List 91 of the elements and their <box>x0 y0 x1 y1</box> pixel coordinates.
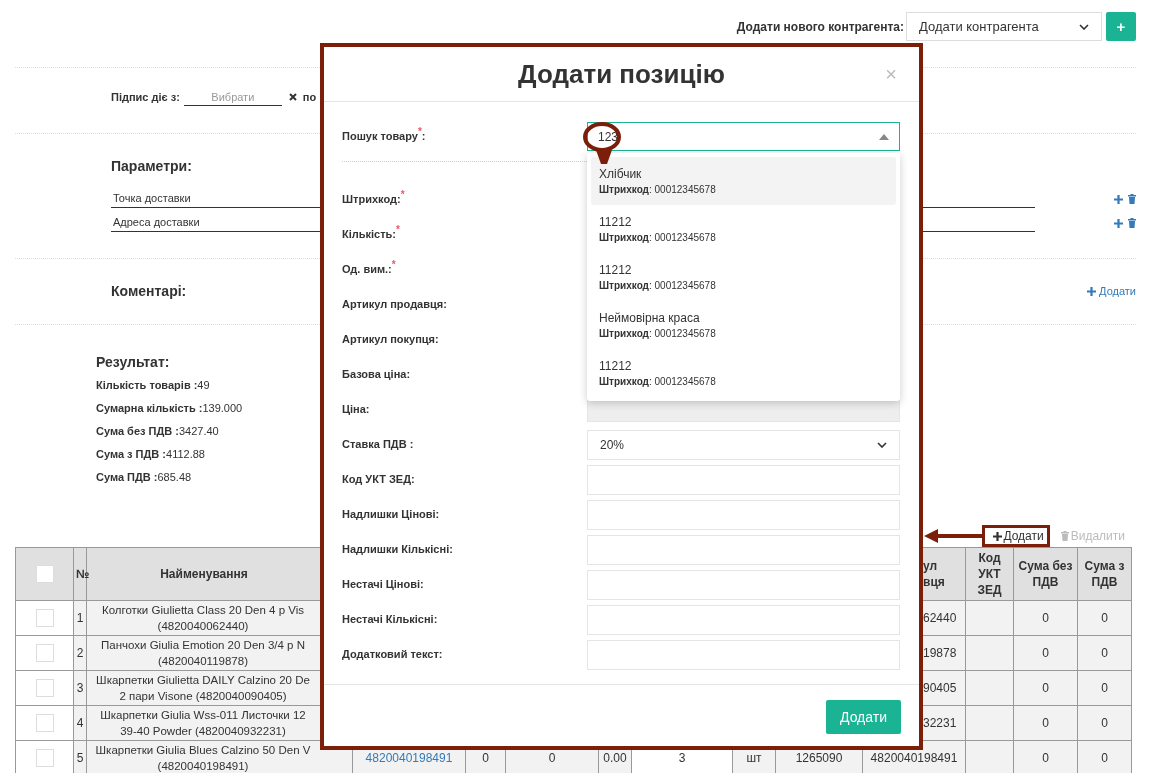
table-cell-text: 90405 <box>922 680 958 697</box>
to-label: по <box>302 89 317 105</box>
field-label: Нестачі Кількісні: <box>342 612 439 628</box>
input-field[interactable] <box>587 639 900 670</box>
table-cell-text: 0 <box>1100 610 1109 627</box>
table-cell-text: 0.00 <box>602 750 628 767</box>
table-cell-text: 0 <box>1100 680 1109 697</box>
table-cell-text: 62440 <box>922 610 958 627</box>
table-cell-text: 0 <box>1041 610 1050 627</box>
checkbox[interactable] <box>35 609 54 628</box>
checkbox[interactable] <box>35 565 54 584</box>
checkbox[interactable] <box>35 714 54 733</box>
field-label: Базова ціна: <box>342 367 412 383</box>
input-field[interactable] <box>587 534 900 565</box>
product-name: Шкарпетки Giulia Wss-011 Листочки 12 39-40 Powder (4820040932231) <box>99 708 307 739</box>
result-line: Сумарна кількість :139.000 <box>96 401 243 416</box>
callout-pointer <box>596 150 612 164</box>
field-label: Код УКТ ЗЕД: <box>342 472 416 488</box>
suggestion-item[interactable]: 11212 Штрихкод: 00012345678 <box>591 205 896 253</box>
search-field[interactable]: 123 <box>587 122 900 151</box>
table-cell-text: 4820040198491 <box>869 750 959 767</box>
field-label: Надлишки Кількісні: <box>342 542 454 558</box>
table-cell-text: 0 <box>1041 750 1050 767</box>
checkbox[interactable] <box>35 644 54 663</box>
row-number: 5 <box>75 750 85 767</box>
caret-up-icon <box>879 133 889 140</box>
trash-icon <box>1060 531 1069 541</box>
table-cell-text: 0 <box>1100 645 1109 662</box>
suggestion-item[interactable]: Неймовірна краса Штрихкод: 00012345678 <box>591 301 896 349</box>
product-name: Панчохи Giulia Emotion 20 Den 3/4 p N (4820040119878) <box>100 638 306 669</box>
row-number: 4 <box>75 715 85 732</box>
suggestion-item[interactable]: Хлібчик Штрихкод: 00012345678 <box>591 157 896 205</box>
field-label: Артикул продавця: <box>342 297 448 313</box>
row-number: 3 <box>75 680 85 697</box>
annotation-arrow <box>924 529 982 543</box>
field-label: Ставка ПДВ : <box>342 437 415 453</box>
table-cell-text: шт <box>745 750 763 767</box>
table-cell-text: 0 <box>481 750 490 767</box>
field-label: Ціна: <box>342 402 371 418</box>
signature-label: Підпис діє з: <box>111 89 180 105</box>
result-line: Сума ПДВ :685.48 <box>96 470 192 485</box>
plus-icon <box>1087 286 1097 296</box>
input-field[interactable] <box>587 464 900 495</box>
input-field[interactable] <box>587 499 900 530</box>
comments-title: Коментарі: <box>111 281 187 301</box>
add-icon <box>1114 218 1123 228</box>
plus-icon <box>993 531 1003 541</box>
suggestion-item[interactable]: 11212 Штрихкод: 00012345678 <box>591 253 896 301</box>
checkbox[interactable] <box>35 679 54 698</box>
table-cell-text: 0 <box>1041 680 1050 697</box>
table-cell-text: 0 <box>1041 715 1050 732</box>
table-cell-text: 19878 <box>922 645 958 662</box>
field-label: Артикул покупця: <box>342 332 440 348</box>
checkbox[interactable] <box>35 749 54 768</box>
chevron-down-icon <box>877 441 887 448</box>
counterparty-select[interactable]: Додати контрагента <box>906 12 1102 41</box>
input-field[interactable] <box>587 604 900 635</box>
highlight-ellipse <box>583 122 621 152</box>
table-cell-text: 3 <box>677 750 687 767</box>
product-name: Шкарпетки Giulia Blues Calzino 50 Den V (4820040198491) <box>94 743 312 773</box>
result-line: Сума з ПДВ :4112.88 <box>96 447 205 462</box>
table-cell-text: 0 <box>547 750 557 767</box>
result-line: Сума без ПДВ :3427.40 <box>96 424 219 439</box>
date-field[interactable]: Вибрати <box>183 88 282 106</box>
row-number: 1 <box>75 610 85 627</box>
modal-title: Додати позицію <box>518 57 725 91</box>
counterparty-label: Додати нового контрагента: <box>736 18 904 36</box>
parameters-title: Параметри: <box>111 157 192 174</box>
suggestion-item[interactable]: 11212 Штрихкод: 00012345678 <box>591 349 896 397</box>
product-name: Колготки Giulietta Class 20 Den 4 p Vis (4820040062440) <box>100 603 306 634</box>
row-number: 2 <box>75 645 85 662</box>
clear-icon[interactable] <box>288 93 297 101</box>
table-cell-text: 1265090 <box>794 750 844 767</box>
trash-icon <box>1128 218 1136 228</box>
input-field[interactable] <box>587 569 900 600</box>
vat-select[interactable]: 20% <box>587 429 900 460</box>
add-icon <box>1114 194 1123 204</box>
product-name: Шкарпетки Giulietta DAILY Calzino 20 De 2 пари Visone (4820040090405) <box>95 673 311 704</box>
field-label: Нестачі Цінові: <box>342 577 425 593</box>
add-row-link[interactable]: Додати <box>993 527 1044 545</box>
add-comment-link[interactable]: Додати <box>1087 282 1136 300</box>
highlight-frame <box>982 525 1050 547</box>
trash-icon <box>1128 194 1136 204</box>
result-title: Результат: <box>96 353 170 371</box>
table-cell-text: 0 <box>1041 645 1050 662</box>
table-cell-text: 0 <box>1100 750 1109 767</box>
result-line: Кількість товарів :49 <box>96 378 210 393</box>
field-label: Додатковий текст: <box>342 647 444 663</box>
chevron-down-icon <box>1079 23 1089 30</box>
table-cell-text: 0 <box>1100 715 1109 732</box>
field-label: Надлишки Цінові: <box>342 507 441 523</box>
